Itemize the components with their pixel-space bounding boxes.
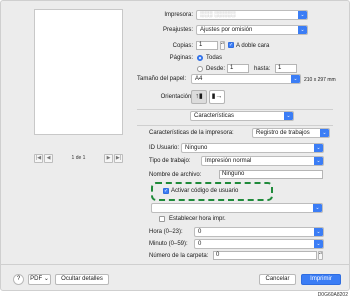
landscape-icon: ▮→ <box>211 93 223 100</box>
divider <box>137 125 333 126</box>
user-code-label: Activar código de usuario <box>171 188 239 194</box>
hour-label: Hora (0–23): <box>149 229 183 235</box>
pages-all-radio[interactable] <box>197 55 203 61</box>
job-type-label: Tipo de trabajo: <box>149 158 191 164</box>
hour-value: 0 <box>198 229 202 235</box>
divider <box>137 109 333 110</box>
pages-to-label: hasta: <box>254 66 271 72</box>
chevron-down-icon: ⌄ <box>284 112 293 120</box>
help-button[interactable]: ? <box>13 274 24 285</box>
file-name-input[interactable]: Ninguno <box>219 170 323 179</box>
printer-value: ░░░ ░░░░░ <box>200 12 236 18</box>
page-indicator: 1 de 1 <box>71 155 86 161</box>
figure-code: D0G60A8202 <box>317 292 348 298</box>
pages-label: Páginas: <box>169 55 193 61</box>
presets-label: Preajustes: <box>162 27 193 33</box>
printer-features-select[interactable]: Registro de trabajos ⌄ <box>252 128 330 138</box>
chevron-down-icon: ⌄ <box>314 228 323 236</box>
printer-features-value: Registro de trabajos <box>256 130 310 136</box>
pdf-menu-button[interactable]: PDF ⌄ <box>28 274 51 285</box>
folder-number-stepper[interactable]: ▴▾ <box>318 251 323 260</box>
two-sided-checkbox[interactable]: ✓ <box>228 42 234 48</box>
chevron-down-icon: ⌄ <box>298 11 307 19</box>
user-id-label: ID Usuario: <box>149 145 180 151</box>
print-dialog: |◀ ◀ 1 de 1 ▶ ▶| Impresora: ░░░ ░░░░░ ⌄ … <box>0 0 350 291</box>
copies-label: Copias: <box>172 43 193 49</box>
pages-to-input[interactable]: 1 <box>275 64 297 73</box>
portrait-icon: ↑▮ <box>195 93 203 100</box>
user-code-checkbox[interactable]: ✓ <box>163 188 169 194</box>
folder-number-label: Número de la carpeta: <box>149 253 209 259</box>
next-page-button[interactable]: ▶ <box>104 153 113 163</box>
chevron-down-icon: ⌄ <box>320 129 329 137</box>
paper-size-label: Tamaño del papel: <box>137 76 187 82</box>
copies-stepper[interactable]: ▴▾ <box>220 41 225 50</box>
minute-select[interactable]: 0 ⌄ <box>194 239 324 249</box>
minute-value: 0 <box>198 241 202 247</box>
landscape-button[interactable]: ▮→ <box>209 90 225 104</box>
section-menu-select[interactable]: Características ⌄ <box>190 111 294 121</box>
pages-from-label: Desde: <box>206 66 226 72</box>
user-id-select[interactable]: Ninguno ⌄ <box>181 143 324 153</box>
paper-dimensions: 210 x 297 mm <box>304 77 336 83</box>
chevron-down-icon: ⌄ <box>43 276 49 282</box>
user-code-select[interactable]: ⌄ <box>151 203 323 213</box>
first-page-button[interactable]: |◀ <box>34 153 43 163</box>
hour-select[interactable]: 0 ⌄ <box>194 227 324 237</box>
chevron-down-icon: ⌄ <box>314 240 323 248</box>
pages-from-input[interactable]: 1 <box>227 64 249 73</box>
section-menu-value: Características <box>194 113 235 119</box>
paper-size-value: A4 <box>195 76 203 82</box>
presets-select[interactable]: Ajustes por omisión ⌄ <box>196 25 308 35</box>
cancel-button[interactable]: Cancelar <box>259 274 296 285</box>
pdf-label: PDF <box>30 276 43 282</box>
page-preview <box>34 9 123 135</box>
pages-all-label: Todas <box>206 55 223 61</box>
printer-select[interactable]: ░░░ ░░░░░ ⌄ <box>196 10 308 20</box>
set-time-label: Establecer hora impr. <box>169 216 226 222</box>
orientation-label: Orientación: <box>160 94 193 100</box>
last-page-button[interactable]: ▶| <box>114 153 123 163</box>
presets-value: Ajustes por omisión <box>200 27 253 33</box>
pages-range-radio[interactable] <box>197 66 203 72</box>
preview-pager: |◀ ◀ 1 de 1 ▶ ▶| <box>34 153 123 163</box>
printer-features-label: Características de la impresora: <box>149 130 234 136</box>
print-button[interactable]: Imprimir <box>301 274 341 285</box>
chevron-down-icon: ⌄ <box>298 26 307 34</box>
file-name-label: Nombre de archivo: <box>149 172 202 178</box>
footer-divider <box>1 264 349 265</box>
chevron-down-icon: ⌄ <box>314 144 323 152</box>
job-type-select[interactable]: Impresión normal ⌄ <box>201 156 324 166</box>
chevron-down-icon: ⌄ <box>313 204 322 212</box>
previous-page-button[interactable]: ◀ <box>44 153 53 163</box>
chevron-down-icon: ⌄ <box>314 157 323 165</box>
set-time-checkbox[interactable] <box>159 216 165 222</box>
user-id-value: Ninguno <box>185 145 208 151</box>
hide-details-button[interactable]: Ocultar detalles <box>55 274 109 285</box>
two-sided-label: A doble cara <box>236 43 270 49</box>
minute-label: Minuto (0–59): <box>149 241 188 247</box>
folder-number-input[interactable]: 0 <box>213 251 317 260</box>
printer-label: Impresora: <box>164 12 193 18</box>
copies-input[interactable]: 1 <box>196 41 218 50</box>
chevron-down-icon: ⌄ <box>291 75 300 83</box>
portrait-button[interactable]: ↑▮ <box>191 90 207 104</box>
job-type-value: Impresión normal <box>205 158 252 164</box>
paper-size-select[interactable]: A4 ⌄ <box>191 74 301 84</box>
